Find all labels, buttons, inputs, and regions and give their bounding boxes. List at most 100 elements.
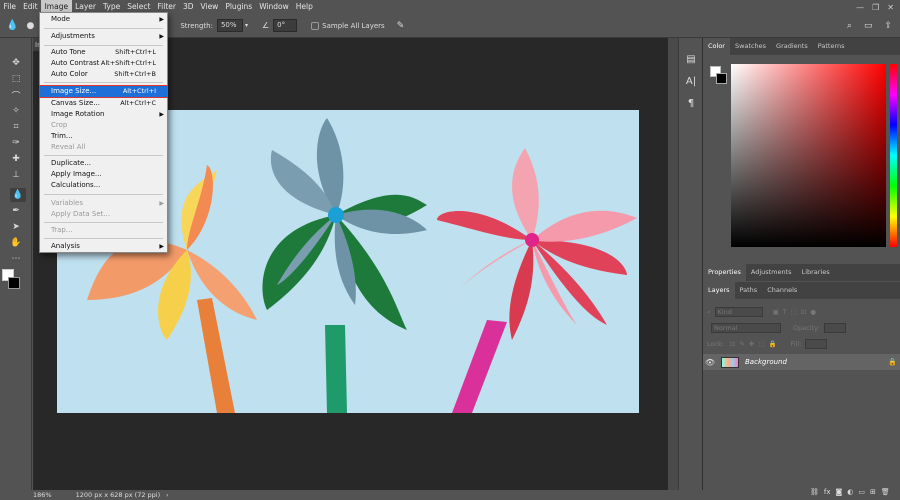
search-icon[interactable]: ⌕ [847,21,852,31]
healing-brush-icon[interactable]: ✚ [8,152,24,166]
menu-edit[interactable]: Edit [20,0,42,14]
fx-icon[interactable]: fx [824,488,831,496]
trash-icon[interactable]: 🗑 [881,488,890,496]
lock-label: Lock: [707,340,725,348]
lock-icons[interactable]: ⊡✎✥⬚🔒 [730,340,781,348]
layer-row-background[interactable]: 👁 Background 🔒 [703,354,900,370]
menu-item-duplicate[interactable]: Duplicate... [40,158,167,169]
restore-icon[interactable]: ❐ [872,3,879,12]
new-layer-icon[interactable]: ⊞ [870,488,876,496]
menu-item-analysis[interactable]: Analysis ▶ [40,241,167,252]
more-tools-icon[interactable]: ⋯ [8,252,24,266]
path-select-icon[interactable]: ➤ [8,220,24,234]
menu-plugins[interactable]: Plugins [222,0,256,14]
tab-properties[interactable]: Properties [703,264,746,281]
strength-field[interactable]: 50% [216,19,243,32]
paragraph-icon[interactable]: ¶ [683,96,699,112]
menu-item-auto-color[interactable]: Auto Color Shift+Ctrl+B [40,69,167,80]
tab-gradients[interactable]: Gradients [771,38,813,55]
lock-icon: 🔒 [888,358,897,366]
tab-layers[interactable]: Layers [703,282,735,299]
properties-tabs: Properties Adjustments Libraries [703,264,900,281]
panel-icon-strip: ▤ A| ¶ [678,38,702,490]
marquee-tool-icon[interactable]: ⬚ [8,72,24,86]
background-color-swatch[interactable] [8,277,20,289]
menu-item-auto-tone[interactable]: Auto Tone Shift+Ctrl+L [40,47,167,58]
adjustment-icon[interactable]: ◐ [847,488,853,496]
menu-separator [44,155,163,156]
image-menu-dropdown: Mode ▶ Adjustments ▶ Auto Tone Shift+Ctrl+L… [39,12,168,253]
document-scrollbar[interactable] [668,38,678,490]
filter-icons[interactable]: ▣T⬚⊡● [773,308,820,316]
close-icon[interactable]: ✕ [887,3,894,12]
opacity-field[interactable] [823,323,846,333]
menu-separator [44,222,163,223]
chevron-down-icon[interactable]: ▾ [245,22,248,29]
hue-slider[interactable] [890,64,897,247]
document-info[interactable]: 1200 px x 628 px (72 ppi) [76,491,161,499]
workspace-icon[interactable]: ▭ [864,21,873,31]
history-icon[interactable]: ▤ [683,52,699,68]
blur-tool-icon[interactable]: 💧 [10,188,26,202]
submenu-arrow-icon: ▶ [159,243,164,250]
pressure-icon[interactable]: ✎ [397,21,405,31]
blend-mode-select[interactable]: Normal [711,323,781,333]
lasso-tool-icon[interactable]: ⌒ [8,88,24,102]
brush-preset-icon[interactable]: ● [26,21,34,31]
move-tool-icon[interactable]: ✥ [8,56,24,70]
menu-item-apply-image[interactable]: Apply Image... [40,169,167,180]
blur-tool-icon[interactable]: 💧 [6,20,18,31]
menu-item-image-size[interactable]: Image Size... Alt+Ctrl+I [39,85,168,98]
menu-view[interactable]: View [197,0,222,14]
share-icon[interactable]: ⇪ [884,21,892,31]
color-panel-tabs: Color Swatches Gradients Patterns [703,38,900,55]
link-icon[interactable]: ⛓ [810,488,819,496]
zoom-level[interactable]: 186% [33,491,52,499]
folder-icon[interactable]: ▭ [858,488,865,496]
opacity-label: Opacity: [793,324,820,332]
tab-color[interactable]: Color [703,38,730,55]
menu-item-variables: Variables ▶ [51,199,164,207]
lock-row: Lock: ⊡✎✥⬚🔒 Fill: [707,338,828,350]
menu-separator [44,82,163,83]
menu-window[interactable]: Window [256,0,293,14]
status-bar: 186% 1200 px x 628 px (72 ppi) › [33,490,900,500]
sample-all-layers-checkbox[interactable] [311,21,320,30]
tab-paths[interactable]: Paths [735,282,763,299]
mask-icon[interactable]: ◙ [836,488,843,496]
submenu-arrow-icon: ▶ [159,200,164,207]
tab-swatches[interactable]: Swatches [730,38,771,55]
tab-channels[interactable]: Channels [762,282,802,299]
menu-item-auto-contrast[interactable]: Auto Contrast Alt+Shift+Ctrl+L [40,58,167,69]
stamp-tool-icon[interactable]: ⊥ [8,168,24,182]
menu-item-adjustments[interactable]: Adjustments ▶ [40,31,167,42]
tab-libraries[interactable]: Libraries [797,264,835,281]
hand-tool-icon[interactable]: ✋ [8,236,24,250]
layer-filter-row: ⌕ Kind ▣T⬚⊡● [707,306,820,318]
menu-file[interactable]: File [0,0,20,14]
tab-adjustments[interactable]: Adjustments [746,264,797,281]
menu-item-mode[interactable]: Mode ▶ [40,14,167,25]
crop-tool-icon[interactable]: ⌗ [8,120,24,134]
eyedropper-icon[interactable]: ✑ [8,136,24,150]
fill-field[interactable] [805,339,828,349]
color-picker-field[interactable] [731,64,886,247]
menu-item-calculations[interactable]: Calculations... [40,180,167,191]
eye-icon[interactable]: 👁 [703,358,717,367]
background-swatch[interactable] [716,73,727,84]
menu-item-image-rotation[interactable]: Image Rotation ▶ [40,109,167,120]
kind-select[interactable]: Kind [714,307,763,317]
minimize-icon[interactable]: — [856,3,864,12]
character-icon[interactable]: A| [683,74,699,90]
menu-3d[interactable]: 3D [179,0,197,14]
menu-item-trim[interactable]: Trim... [40,131,167,142]
layers-tabs: Layers Paths Channels [703,282,900,299]
chevron-right-icon[interactable]: › [166,492,168,499]
menu-item-canvas-size[interactable]: Canvas Size... Alt+Ctrl+C [40,98,167,109]
magic-wand-icon[interactable]: ✧ [8,104,24,118]
angle-field[interactable]: 0° [273,19,298,32]
tab-patterns[interactable]: Patterns [813,38,850,55]
fill-label: Fill: [790,340,802,348]
pen-tool-icon[interactable]: ✒ [8,204,24,218]
menu-help[interactable]: Help [292,0,316,14]
